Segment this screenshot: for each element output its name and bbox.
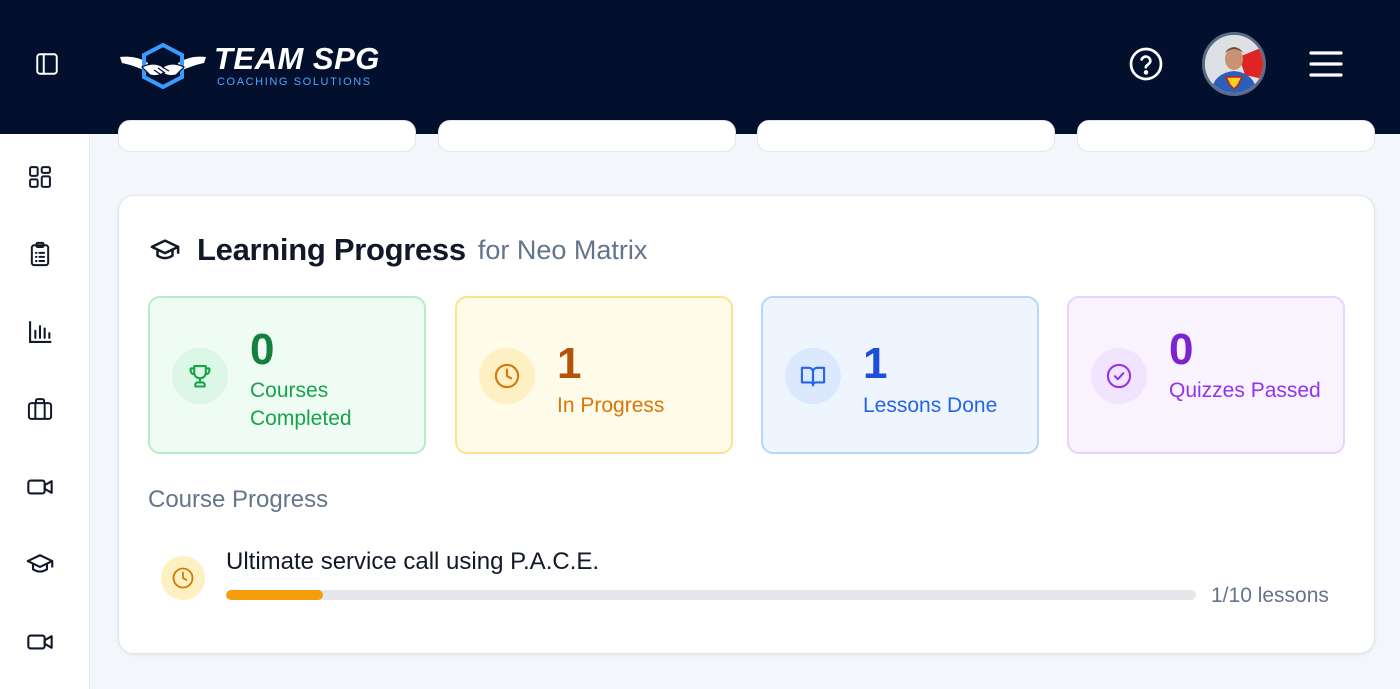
side-navigation [0, 134, 90, 689]
stat-value: 0 [1169, 325, 1194, 374]
main-menu-button[interactable] [1304, 44, 1348, 84]
dashboard-icon [29, 166, 51, 188]
course-progress-heading: Course Progress [148, 486, 329, 513]
course-lesson-count: 1/10 lessons [1211, 584, 1329, 607]
bar-chart-icon [29, 321, 52, 343]
summary-card [438, 120, 736, 152]
graduation-cap-icon [26, 554, 54, 573]
clock-icon [494, 363, 520, 389]
sidebar-toggle-icon [36, 53, 58, 75]
course-progress-fill [226, 590, 323, 600]
video-camera-icon [27, 479, 53, 495]
stat-card-courses-completed: 0 Courses Completed [148, 296, 426, 454]
panel-title: Learning Progress [197, 232, 466, 267]
sidebar-item-analytics[interactable] [20, 312, 60, 352]
handshake-logo-icon [120, 42, 206, 90]
stat-card-in-progress: 1 In Progress [455, 296, 733, 454]
clipboard-list-icon [30, 241, 50, 267]
course-progress-item[interactable]: Ultimate service call using P.A.C.E. 1/1… [161, 546, 1341, 616]
stat-value: 1 [557, 339, 582, 388]
course-title[interactable]: Ultimate service call using P.A.C.E. [226, 548, 599, 576]
avatar-image [1205, 35, 1263, 93]
sidebar-item-meetings[interactable] [20, 622, 60, 662]
trophy-icon [189, 365, 211, 388]
stat-label: Quizzes Passed [1169, 379, 1321, 402]
sidebar-item-videos[interactable] [20, 467, 60, 507]
learning-progress-panel: Learning Progress for Neo Matrix 0 Cours… [118, 195, 1375, 654]
clock-icon [172, 567, 194, 589]
stat-card-quizzes-passed: 0 Quizzes Passed [1067, 296, 1345, 454]
course-progress-bar [226, 590, 1196, 600]
summary-card [118, 120, 416, 152]
sidebar-item-tasks[interactable] [20, 234, 60, 274]
sidebar-item-dashboard[interactable] [20, 157, 60, 197]
stat-value: 0 [250, 325, 275, 374]
open-book-icon [800, 366, 826, 387]
check-circle-icon [1106, 363, 1132, 389]
video-camera-icon [27, 634, 53, 650]
brand-name: TEAM SPG [214, 41, 380, 76]
stat-value: 1 [863, 339, 888, 388]
user-avatar[interactable] [1202, 32, 1266, 96]
top-header: TEAM SPG COACHING SOLUTIONS [0, 0, 1400, 134]
brand-logo[interactable]: TEAM SPG COACHING SOLUTIONS [118, 38, 380, 94]
panel-subtitle: for Neo Matrix [477, 234, 648, 265]
sidebar-toggle-button[interactable] [28, 47, 66, 81]
graduation-cap-icon [150, 239, 180, 260]
stat-label: Courses Completed [250, 379, 352, 430]
help-button[interactable] [1124, 42, 1168, 86]
briefcase-icon [27, 398, 53, 420]
summary-card [1077, 120, 1375, 152]
sidebar-item-briefcase[interactable] [20, 389, 60, 429]
stat-label: In Progress [557, 394, 665, 417]
summary-card [757, 120, 1055, 152]
stat-label: Lessons Done [863, 394, 998, 417]
sidebar-item-courses[interactable] [20, 544, 60, 584]
help-icon [1129, 47, 1163, 81]
panel-header: Learning Progress for Neo Matrix [147, 230, 647, 270]
stat-card-lessons-done: 1 Lessons Done [761, 296, 1039, 454]
hamburger-menu-icon [1309, 51, 1343, 77]
brand-tagline: COACHING SOLUTIONS [217, 76, 372, 88]
